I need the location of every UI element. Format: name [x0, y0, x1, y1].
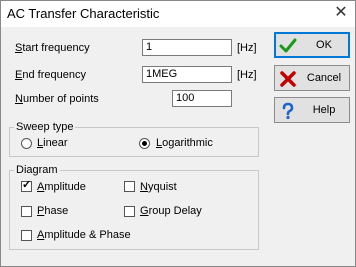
- ok-button-label: OK: [316, 39, 332, 51]
- phase-checkbox[interactable]: [21, 206, 32, 217]
- start-frequency-unit: [Hz]: [237, 42, 257, 54]
- amplitude-label[interactable]: Amplitude: [37, 181, 86, 193]
- checkmark-glyph: ✓: [22, 179, 32, 191]
- cancel-button[interactable]: Cancel: [274, 65, 350, 91]
- logarithmic-label[interactable]: Logarithmic: [156, 137, 213, 149]
- radio-selected-dot: [142, 141, 147, 146]
- logarithmic-radio[interactable]: [139, 138, 150, 149]
- start-frequency-label: Start frequency: [15, 42, 90, 54]
- cancel-button-label: Cancel: [306, 72, 342, 84]
- cross-icon: [280, 71, 296, 87]
- close-icon[interactable]: ✕: [331, 3, 351, 23]
- start-frequency-input[interactable]: 1: [142, 39, 232, 56]
- amplitude-checkbox[interactable]: ✓: [21, 179, 32, 192]
- group-delay-checkbox[interactable]: [124, 206, 135, 217]
- number-of-points-label: Number of points: [15, 93, 99, 105]
- amplitude-phase-checkbox[interactable]: [21, 230, 32, 241]
- question-icon: [282, 102, 294, 120]
- window-title: AC Transfer Characteristic: [7, 6, 160, 21]
- end-frequency-input[interactable]: 1MEG: [142, 66, 232, 83]
- end-frequency-unit: [Hz]: [237, 69, 257, 81]
- linear-radio[interactable]: [21, 138, 32, 149]
- title-bar: AC Transfer Characteristic ✕: [1, 1, 355, 27]
- end-frequency-label: End frequency: [15, 69, 86, 81]
- help-button[interactable]: Help: [274, 97, 350, 123]
- nyquist-checkbox[interactable]: [124, 181, 135, 192]
- checkmark-icon: [279, 38, 297, 53]
- phase-label[interactable]: Phase: [37, 205, 68, 217]
- group-delay-label[interactable]: Group Delay: [140, 205, 202, 217]
- ac-transfer-dialog: AC Transfer Characteristic ✕ Start frequ…: [0, 0, 356, 267]
- number-of-points-input[interactable]: 100: [172, 90, 232, 107]
- amplitude-phase-label[interactable]: Amplitude & Phase: [37, 229, 131, 241]
- diagram-legend: Diagram: [14, 164, 60, 176]
- nyquist-label[interactable]: Nyquist: [140, 181, 177, 193]
- linear-label[interactable]: Linear: [37, 137, 68, 149]
- ok-button[interactable]: OK: [274, 32, 350, 58]
- help-button-label: Help: [312, 104, 336, 116]
- sweep-type-legend: Sweep type: [14, 121, 76, 133]
